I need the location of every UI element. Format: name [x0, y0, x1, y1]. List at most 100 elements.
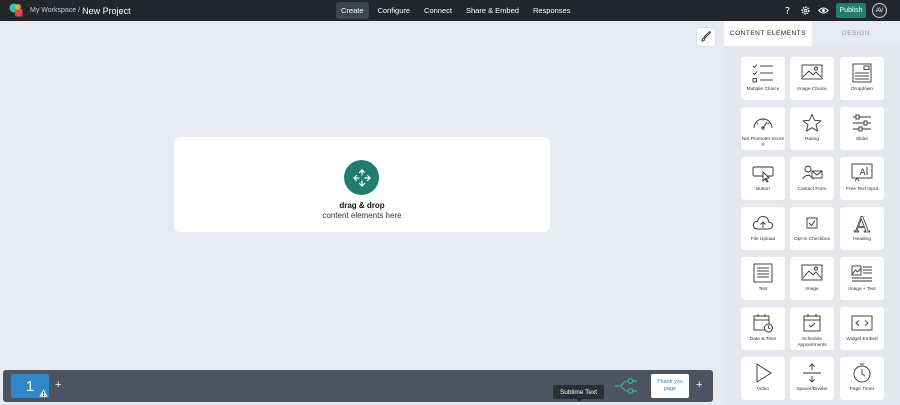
gauge-icon: [753, 118, 773, 130]
preview-eye-icon[interactable]: [818, 5, 829, 16]
warning-icon: [39, 389, 48, 397]
checkbox-icon: [806, 217, 818, 229]
nav-configure[interactable]: Configure: [373, 2, 416, 19]
element-label: Multiple Choice: [746, 87, 780, 92]
nav-responses[interactable]: Responses: [528, 2, 576, 19]
element-date-time[interactable]: Date & Time: [741, 307, 785, 350]
dropzone-subtitle: content elements here: [322, 211, 402, 220]
cloud-upload-icon: [753, 216, 773, 230]
element-label: Image Choice: [797, 87, 827, 92]
project-title[interactable]: New Project: [82, 6, 131, 16]
element-multiple-choice[interactable]: Multiple Choice: [741, 57, 785, 100]
add-page-plus-icon[interactable]: +: [55, 380, 61, 391]
element-schedule-appointments[interactable]: Schedule Appointments: [790, 307, 834, 350]
paintbrush-icon: [701, 31, 712, 42]
element-contact-form[interactable]: Contact Form: [790, 157, 834, 200]
code-icon: [851, 315, 873, 331]
nav-share-embed[interactable]: Share & Embed: [461, 2, 524, 19]
element-slider[interactable]: Slider: [840, 107, 884, 150]
element-label: Net Promoter Score ®: [741, 137, 785, 148]
element-label: Dropdown: [851, 87, 873, 92]
spacer-icon: [803, 363, 821, 383]
help-icon[interactable]: ?: [782, 5, 793, 16]
heading-icon: A: [853, 213, 871, 233]
dropzone-title: drag & drop: [339, 201, 385, 210]
element-label: File Upload: [750, 237, 776, 242]
element-label: Image: [805, 287, 819, 292]
element-label: Date & Time: [749, 337, 777, 342]
brush-style-button[interactable]: [697, 28, 715, 46]
breadcrumb-workspace[interactable]: My Workspace: [30, 7, 76, 14]
image-choice-icon: [801, 64, 823, 80]
drop-zone[interactable]: drag & drop content elements here: [174, 137, 550, 232]
publish-button[interactable]: Publish: [836, 3, 866, 18]
element-label: Free Text Input: [846, 187, 878, 192]
element-text[interactable]: Text: [741, 257, 785, 300]
element-label: Heading: [853, 237, 871, 242]
button-icon: [752, 166, 774, 183]
dropdown-icon: [852, 63, 872, 83]
element-label: Text: [758, 287, 768, 292]
breadcrumb-separator: /: [78, 7, 81, 14]
element-label: Page Timer: [849, 387, 875, 392]
elements-panel: CONTENT ELEMENTS DESIGN Multiple Choice …: [724, 21, 900, 405]
element-file-upload[interactable]: File Upload: [741, 207, 785, 250]
calendar-clock-icon: [753, 314, 773, 333]
element-spacer-divider[interactable]: Spacer/Divider: [790, 357, 834, 400]
drag-drop-circle: [344, 160, 379, 195]
calendar-icon: [803, 314, 821, 332]
tooltip-arrow: [576, 399, 582, 402]
breadcrumb: My Workspace / New Project: [30, 0, 131, 21]
element-image[interactable]: Image: [790, 257, 834, 300]
thank-you-page-tile[interactable]: Thank you page: [651, 374, 689, 398]
element-label: Widget Embed: [846, 337, 878, 342]
multiple-choice-icon: [752, 64, 773, 83]
add-ending-plus-icon[interactable]: +: [696, 380, 702, 391]
element-heading[interactable]: A Heading: [840, 207, 884, 250]
slider-icon: [853, 114, 871, 132]
element-free-text-input[interactable]: A Free Text Input: [840, 157, 884, 200]
svg-text:A: A: [860, 168, 867, 178]
element-widget-embed[interactable]: Widget Embed: [840, 307, 884, 350]
elements-grid[interactable]: Multiple Choice Image Choice Dropdown Ne…: [724, 46, 900, 405]
nav-create[interactable]: Create: [336, 2, 369, 19]
main-nav: Create Configure Connect Share & Embed R…: [336, 0, 579, 21]
page-tile-1[interactable]: 1: [11, 374, 49, 398]
nav-connect[interactable]: Connect: [419, 2, 457, 19]
timer-icon: [853, 363, 871, 383]
element-video[interactable]: Video: [741, 357, 785, 400]
app-logo-icon[interactable]: [9, 3, 23, 17]
element-label: Opt-In Checkbox: [794, 237, 830, 242]
element-label: Video: [756, 387, 770, 392]
element-label: Contact Form: [797, 187, 827, 192]
star-icon: [802, 113, 822, 132]
element-opt-in-checkbox[interactable]: Opt-In Checkbox: [790, 207, 834, 250]
avatar[interactable]: AV: [872, 3, 887, 18]
element-label: Image + Text: [848, 287, 876, 292]
element-label: Schedule Appointments: [797, 337, 827, 348]
element-net-promoter-score[interactable]: Net Promoter Score ®: [741, 107, 785, 150]
element-image-choice[interactable]: Image Choice: [790, 57, 834, 100]
play-icon: [756, 363, 772, 383]
logic-branch-icon[interactable]: [615, 378, 637, 394]
contact-form-icon: [802, 165, 823, 180]
settings-icon[interactable]: [800, 5, 811, 16]
page-number: 1: [25, 377, 35, 395]
image-icon: [801, 264, 823, 281]
text-icon: [753, 263, 773, 283]
tab-design[interactable]: DESIGN: [812, 21, 900, 46]
svg-text:?: ?: [785, 6, 790, 16]
element-label: Spacer/Divider: [796, 387, 828, 392]
svg-text:A: A: [853, 213, 870, 233]
element-image-text[interactable]: Image + Text: [840, 257, 884, 300]
element-label: Rating: [805, 137, 819, 142]
element-dropdown[interactable]: Dropdown: [840, 57, 884, 100]
image-text-icon: [851, 265, 872, 282]
tab-content-elements[interactable]: CONTENT ELEMENTS: [724, 21, 812, 46]
element-page-timer[interactable]: Page Timer: [840, 357, 884, 400]
element-rating[interactable]: Rating: [790, 107, 834, 150]
element-label: Slider: [855, 137, 869, 142]
element-button[interactable]: Button: [741, 157, 785, 200]
text-input-icon: A: [851, 163, 873, 182]
top-bar: My Workspace / New Project Create Config…: [0, 0, 900, 21]
